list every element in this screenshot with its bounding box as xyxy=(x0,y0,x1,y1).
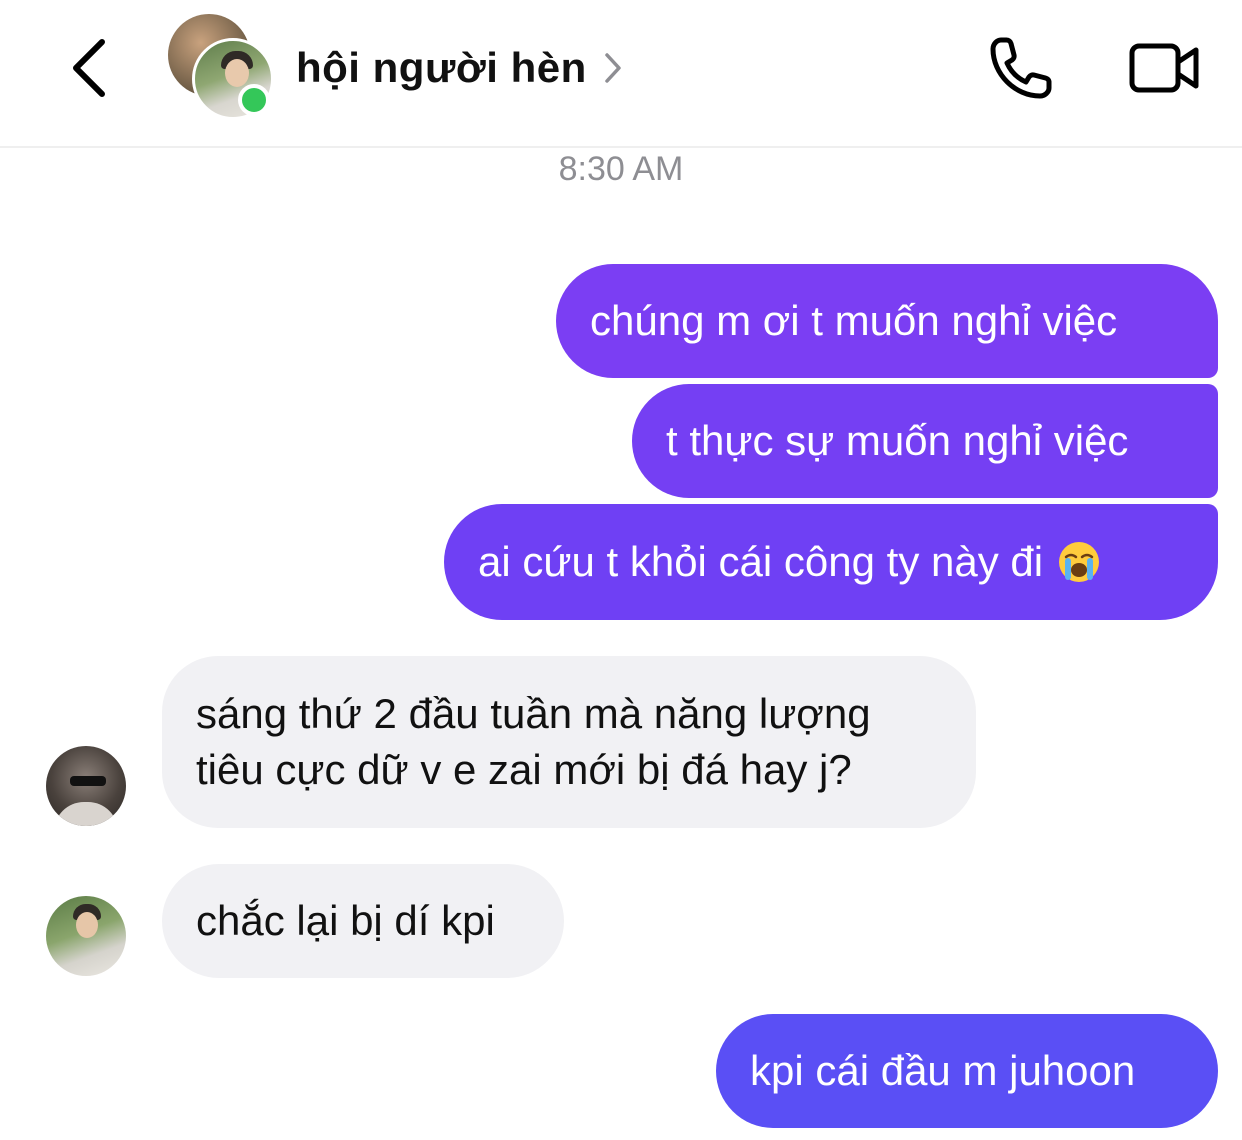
incoming-message-bubble[interactable]: sáng thứ 2 đầu tuần mà năng lượng tiêu c… xyxy=(162,656,976,828)
video-camera-icon xyxy=(1129,43,1199,93)
message-timestamp: 8:30 AM xyxy=(558,150,684,188)
chevron-left-icon xyxy=(73,39,105,97)
sender-avatar[interactable] xyxy=(46,746,126,826)
chat-header: hội người hèn xyxy=(0,0,1242,148)
conversation-title: hội người hèn xyxy=(296,44,587,91)
chevron-right-icon xyxy=(605,53,621,83)
message-text: chúng m ơi t muốn nghỉ việc xyxy=(590,297,1118,344)
phone-icon xyxy=(990,37,1052,99)
outgoing-message-bubble[interactable]: kpi cái đầu m juhoon xyxy=(716,1014,1218,1128)
video-call-button[interactable] xyxy=(1126,36,1202,100)
sender-avatar[interactable] xyxy=(46,896,126,976)
incoming-message-bubble[interactable]: chắc lại bị dí kpi xyxy=(162,864,564,978)
outgoing-message-bubble[interactable]: chúng m ơi t muốn nghỉ việc xyxy=(556,264,1218,378)
voice-call-button[interactable] xyxy=(985,32,1057,104)
loudly-crying-face-emoji xyxy=(1059,542,1100,582)
message-text: ai cứu t khỏi cái công ty này đi xyxy=(478,538,1044,585)
online-status-dot xyxy=(238,84,270,116)
message-text: kpi cái đầu m juhoon xyxy=(750,1047,1136,1094)
message-text: t thực sự muốn nghỉ việc xyxy=(666,417,1129,464)
group-avatar[interactable] xyxy=(168,14,278,124)
message-text: sáng thứ 2 đầu tuần mà năng lượng tiêu c… xyxy=(196,690,871,793)
back-button[interactable] xyxy=(60,30,120,106)
message-text: chắc lại bị dí kpi xyxy=(196,897,495,944)
outgoing-message-bubble[interactable]: t thực sự muốn nghỉ việc xyxy=(632,384,1218,498)
conversation-title-link[interactable]: hội người hèn xyxy=(296,36,623,100)
outgoing-message-bubble[interactable]: ai cứu t khỏi cái công ty này đi xyxy=(444,504,1218,620)
